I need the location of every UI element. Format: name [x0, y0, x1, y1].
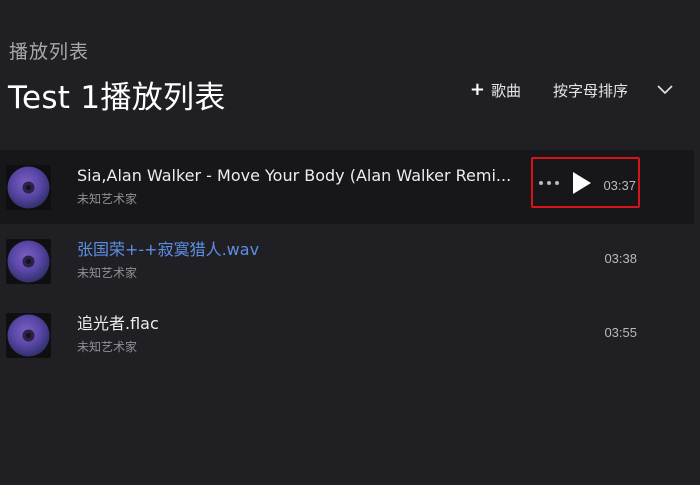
section-label: 播放列表	[9, 41, 90, 63]
plus-icon: +	[469, 79, 485, 100]
song-list: Sia,Alan Walker - Move Your Body (Alan W…	[0, 150, 694, 372]
toolbar: + 歌曲 按字母排序	[470, 78, 674, 102]
song-artist: 未知艺术家	[77, 340, 138, 354]
song-artist: 未知艺术家	[77, 192, 138, 206]
play-icon[interactable]	[569, 171, 593, 195]
song-row[interactable]: Sia,Alan Walker - Move Your Body (Alan W…	[0, 150, 694, 224]
album-cover	[6, 239, 51, 284]
playlist-title: Test 1播放列表	[8, 80, 226, 116]
sort-button[interactable]: 按字母排序	[553, 80, 628, 101]
song-artist: 未知艺术家	[77, 266, 138, 280]
song-row[interactable]: 追光者.flac 未知艺术家 03:55	[0, 298, 694, 372]
album-cover	[6, 313, 51, 358]
add-song-button[interactable]: + 歌曲	[470, 80, 521, 101]
song-title: 张国荣+-+寂寞猎人.wav	[77, 240, 260, 259]
song-duration: 03:38	[604, 251, 637, 266]
song-title: Sia,Alan Walker - Move Your Body (Alan W…	[77, 166, 512, 185]
song-title: 追光者.flac	[77, 314, 159, 333]
chevron-down-icon[interactable]	[656, 81, 674, 99]
more-icon[interactable]	[539, 181, 559, 185]
add-song-label: 歌曲	[490, 81, 521, 100]
song-row[interactable]: 张国荣+-+寂寞猎人.wav 未知艺术家 03:38	[0, 224, 694, 298]
album-cover	[6, 165, 51, 210]
song-duration: 03:37	[603, 178, 636, 193]
song-duration: 03:55	[604, 325, 637, 340]
